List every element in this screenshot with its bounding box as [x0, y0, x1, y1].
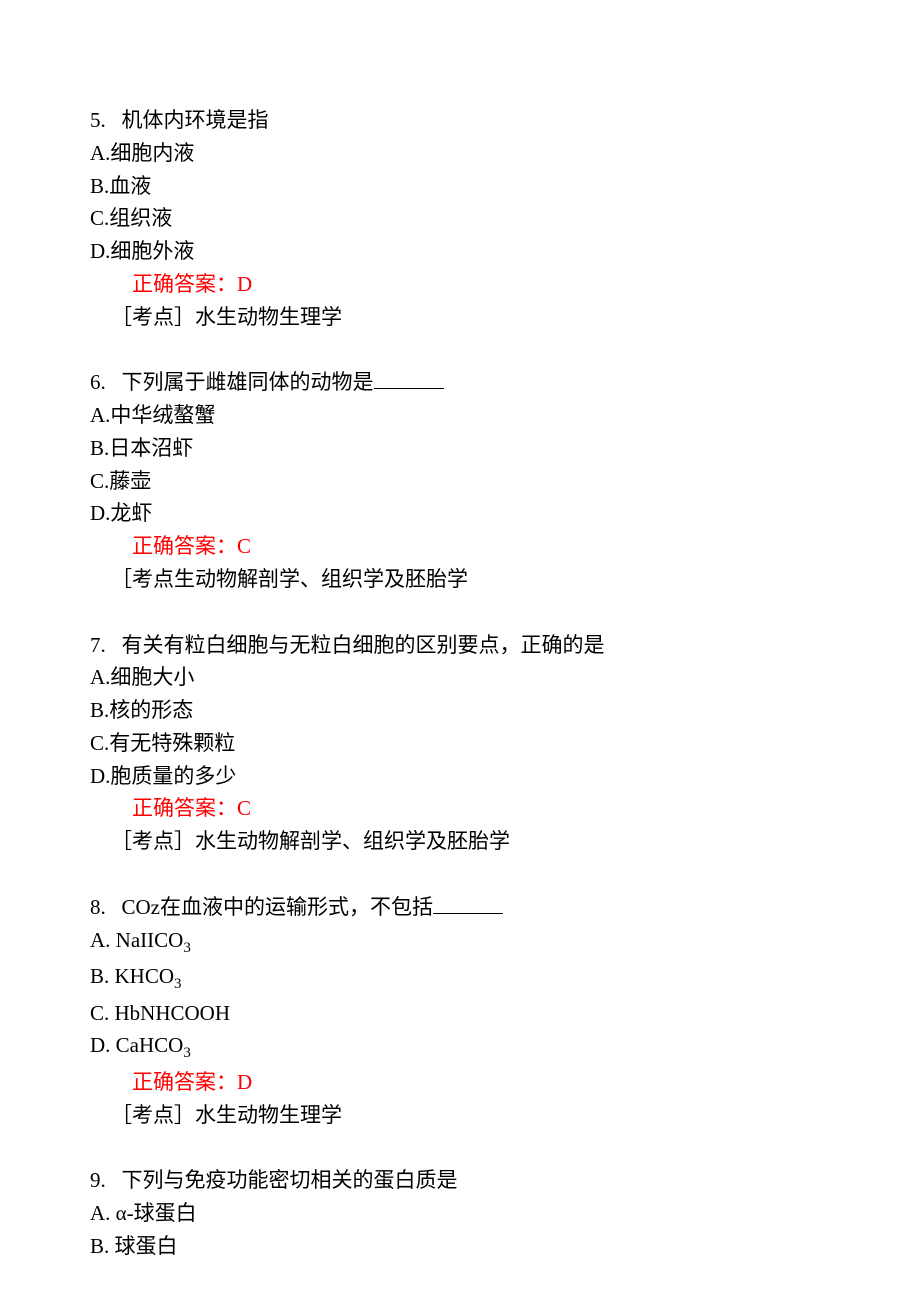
- question-text: 有关有粒白细胞与无粒白细胞的区别要点，正确的是: [122, 633, 605, 657]
- option-c: C.有无特殊颗粒: [90, 727, 830, 760]
- correct-answer: 正确答案：D: [90, 272, 252, 296]
- correct-answer: 正确答案：D: [90, 1070, 252, 1094]
- option-a: A.中华绒螯蟹: [90, 399, 830, 432]
- question-7: 7. 有关有粒白细胞与无粒白细胞的区别要点，正确的是 A.细胞大小 B.核的形态…: [90, 629, 830, 858]
- subscript: 3: [183, 940, 191, 956]
- question-text: 下列属于雌雄同体的动物是: [122, 370, 374, 394]
- question-line: 9. 下列与免疫功能密切相关的蛋白质是: [90, 1164, 830, 1197]
- question-number: 7.: [90, 629, 106, 662]
- question-number: 6.: [90, 366, 106, 399]
- correct-answer: 正确答案：C: [90, 534, 251, 558]
- option-b: B. 球蛋白: [90, 1230, 830, 1263]
- option-c: C. HbNHCOOH: [90, 997, 830, 1030]
- question-9: 9. 下列与免疫功能密切相关的蛋白质是 A. α-球蛋白 B. 球蛋白: [90, 1164, 830, 1262]
- exam-point: ［考点生动物解剖学、组织学及胚胎学: [90, 563, 830, 596]
- question-8: 8. COz在血液中的运输形式，不包括 A. NaIICO3 B. KHCO3 …: [90, 891, 830, 1132]
- exam-point: ［考点］水生动物生理学: [90, 1099, 830, 1132]
- subscript: 3: [183, 1046, 191, 1062]
- blank-line: [433, 895, 503, 914]
- question-text: 下列与免疫功能密切相关的蛋白质是: [122, 1168, 458, 1192]
- exam-point: ［考点］水生动物生理学: [90, 301, 830, 334]
- question-text: COz在血液中的运输形式，不包括: [122, 895, 434, 919]
- option-b: B. KHCO3: [90, 960, 830, 997]
- question-5: 5. 机体内环境是指 A.细胞内液 B.血液 C.组织液 D.细胞外液 正确答案…: [90, 104, 830, 333]
- option-b: B.血液: [90, 170, 830, 203]
- option-c: C.藤壶: [90, 465, 830, 498]
- option-d: D. CaHCO3: [90, 1029, 830, 1066]
- question-number: 5.: [90, 104, 106, 137]
- option-d: D.胞质量的多少: [90, 760, 830, 793]
- option-a: A. α-球蛋白: [90, 1197, 830, 1230]
- option-a: A.细胞大小: [90, 661, 830, 694]
- subscript: 3: [174, 976, 182, 992]
- option-b-text: B. KHCO: [90, 964, 174, 988]
- option-a: A. NaIICO3: [90, 924, 830, 961]
- question-line: 7. 有关有粒白细胞与无粒白细胞的区别要点，正确的是: [90, 629, 830, 662]
- question-line: 8. COz在血液中的运输形式，不包括: [90, 891, 830, 924]
- option-a: A.细胞内液: [90, 137, 830, 170]
- option-a-text: A. NaIICO: [90, 928, 183, 952]
- option-d: D.细胞外液: [90, 235, 830, 268]
- option-b: B.日本沼虾: [90, 432, 830, 465]
- option-d-text: D. CaHCO: [90, 1033, 183, 1057]
- option-b: B.核的形态: [90, 694, 830, 727]
- question-number: 9.: [90, 1164, 106, 1197]
- exam-point: ［考点］水生动物解剖学、组织学及胚胎学: [90, 825, 830, 858]
- question-number: 8.: [90, 891, 106, 924]
- option-c: C.组织液: [90, 202, 830, 235]
- question-text: 机体内环境是指: [122, 108, 269, 132]
- correct-answer: 正确答案：C: [90, 796, 251, 820]
- option-d: D.龙虾: [90, 497, 830, 530]
- blank-line: [374, 370, 444, 389]
- question-line: 5. 机体内环境是指: [90, 104, 830, 137]
- question-6: 6. 下列属于雌雄同体的动物是 A.中华绒螯蟹 B.日本沼虾 C.藤壶 D.龙虾…: [90, 366, 830, 595]
- question-line: 6. 下列属于雌雄同体的动物是: [90, 366, 830, 399]
